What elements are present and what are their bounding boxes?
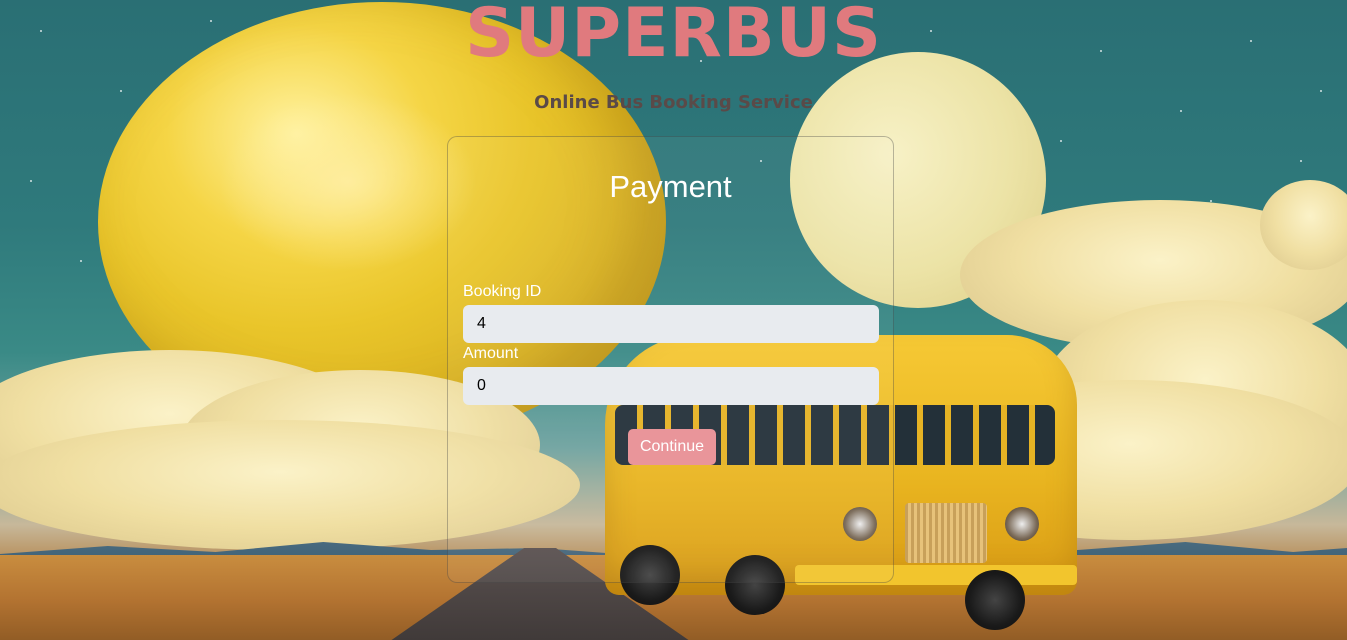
amount-input[interactable]	[463, 367, 879, 405]
booking-id-input[interactable]	[463, 305, 879, 343]
brand-title: SUPERBUS	[465, 0, 882, 73]
booking-id-label: Booking ID	[463, 283, 542, 300]
payment-card: Payment Booking ID Amount Continue	[447, 136, 894, 583]
amount-label: Amount	[463, 345, 519, 362]
continue-button[interactable]: Continue	[628, 429, 716, 465]
payment-title: Payment	[609, 169, 732, 204]
brand-subtitle: Online Bus Booking Service	[534, 92, 813, 113]
background-scene: SUPERBUS Online Bus Booking Service Paym…	[0, 0, 1347, 640]
